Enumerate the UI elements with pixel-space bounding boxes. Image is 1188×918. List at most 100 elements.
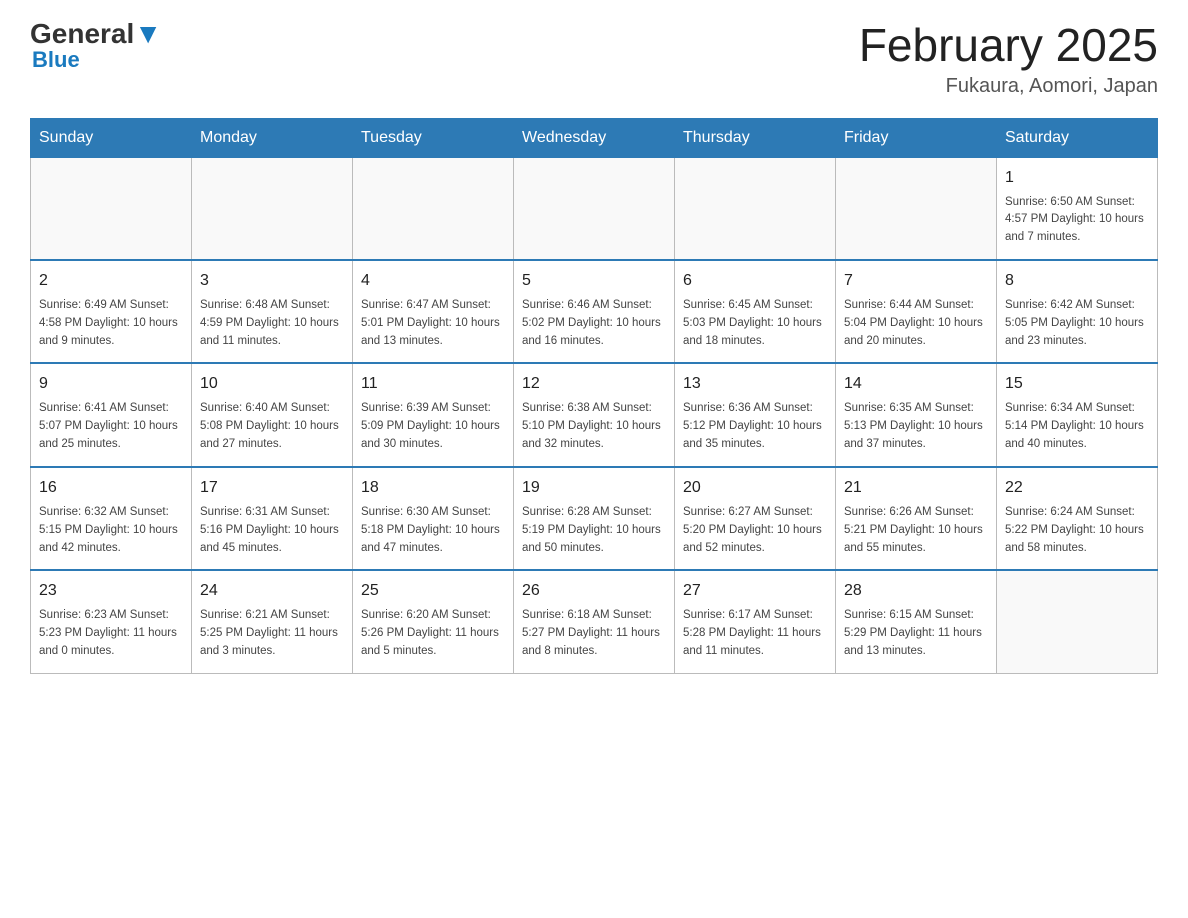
day-info: Sunrise: 6:48 AM Sunset: 4:59 PM Dayligh… (200, 297, 344, 350)
calendar-cell (836, 157, 997, 260)
calendar-cell: 2Sunrise: 6:49 AM Sunset: 4:58 PM Daylig… (31, 260, 192, 363)
day-number: 28 (844, 579, 988, 603)
calendar-cell: 27 Sunrise: 6:17 AM Sunset: 5:28 PM Dayli… (675, 570, 836, 673)
day-number: 21 (844, 476, 988, 500)
title-area: February 2025 Fukaura, Aomori, Japan (859, 20, 1158, 98)
calendar-cell: 20 Sunrise: 6:27 AM Sunset: 5:20 PM Dayli… (675, 467, 836, 570)
calendar-cell: 6 Sunrise: 6:45 AM Sunset: 5:03 PM Daylig… (675, 260, 836, 363)
day-info: Sunrise: 6:31 AM Sunset: 5:16 PM Dayligh… (200, 504, 344, 557)
day-info: Sunrise: 6:35 AM Sunset: 5:13 PM Dayligh… (844, 400, 988, 453)
day-number: 19 (522, 476, 666, 500)
month-title: February 2025 (859, 20, 1158, 71)
day-number: 6 (683, 269, 827, 293)
day-number: 13 (683, 372, 827, 396)
day-number: 12 (522, 372, 666, 396)
calendar-cell: 9 Sunrise: 6:41 AM Sunset: 5:07 PM Daylig… (31, 363, 192, 466)
day-info: Sunrise: 6:28 AM Sunset: 5:19 PM Dayligh… (522, 504, 666, 557)
day-number: 7 (844, 269, 988, 293)
col-tuesday: Tuesday (353, 118, 514, 157)
day-info: Sunrise: 6:39 AM Sunset: 5:09 PM Dayligh… (361, 400, 505, 453)
day-number: 16 (39, 476, 183, 500)
day-number: 24 (200, 579, 344, 603)
day-number: 9 (39, 372, 183, 396)
day-info: Sunrise: 6:44 AM Sunset: 5:04 PM Dayligh… (844, 297, 988, 350)
day-info: Sunrise: 6:47 AM Sunset: 5:01 PM Dayligh… (361, 297, 505, 350)
col-friday: Friday (836, 118, 997, 157)
day-number: 17 (200, 476, 344, 500)
calendar-cell: 23 Sunrise: 6:23 AM Sunset: 5:23 PM Dayli… (31, 570, 192, 673)
calendar-cell: 21 Sunrise: 6:26 AM Sunset: 5:21 PM Dayli… (836, 467, 997, 570)
calendar-cell (675, 157, 836, 260)
day-info: Sunrise: 6:20 AM Sunset: 5:26 PM Dayligh… (361, 607, 505, 660)
day-info: Sunrise: 6:15 AM Sunset: 5:29 PM Dayligh… (844, 607, 988, 660)
col-saturday: Saturday (997, 118, 1158, 157)
calendar-cell: 16 Sunrise: 6:32 AM Sunset: 5:15 PM Dayli… (31, 467, 192, 570)
day-info: Sunrise: 6:27 AM Sunset: 5:20 PM Dayligh… (683, 504, 827, 557)
col-wednesday: Wednesday (514, 118, 675, 157)
day-number: 23 (39, 579, 183, 603)
col-thursday: Thursday (675, 118, 836, 157)
day-info: Sunrise: 6:26 AM Sunset: 5:21 PM Dayligh… (844, 504, 988, 557)
logo: General▼ Blue (30, 20, 162, 72)
calendar-cell: 26 Sunrise: 6:18 AM Sunset: 5:27 PM Dayli… (514, 570, 675, 673)
calendar-table: Sunday Monday Tuesday Wednesday Thursday… (30, 118, 1158, 674)
day-number: 14 (844, 372, 988, 396)
calendar-cell: 4Sunrise: 6:47 AM Sunset: 5:01 PM Daylig… (353, 260, 514, 363)
day-info: Sunrise: 6:41 AM Sunset: 5:07 PM Dayligh… (39, 400, 183, 453)
day-info: Sunrise: 6:18 AM Sunset: 5:27 PM Dayligh… (522, 607, 666, 660)
day-info: Sunrise: 6:21 AM Sunset: 5:25 PM Dayligh… (200, 607, 344, 660)
day-number: 2 (39, 269, 183, 293)
calendar-cell: 14 Sunrise: 6:35 AM Sunset: 5:13 PM Dayli… (836, 363, 997, 466)
calendar-cell (997, 570, 1158, 673)
logo-general-text: General▼ (30, 20, 162, 48)
day-number: 25 (361, 579, 505, 603)
calendar-cell: 25 Sunrise: 6:20 AM Sunset: 5:26 PM Dayli… (353, 570, 514, 673)
day-info: Sunrise: 6:50 AM Sunset: 4:57 PM Dayligh… (1005, 194, 1149, 247)
calendar-cell: 18 Sunrise: 6:30 AM Sunset: 5:18 PM Dayli… (353, 467, 514, 570)
day-number: 5 (522, 269, 666, 293)
day-number: 8 (1005, 269, 1149, 293)
calendar-cell: 10Sunrise: 6:40 AM Sunset: 5:08 PM Dayli… (192, 363, 353, 466)
calendar-cell: 28 Sunrise: 6:15 AM Sunset: 5:29 PM Dayli… (836, 570, 997, 673)
day-info: Sunrise: 6:36 AM Sunset: 5:12 PM Dayligh… (683, 400, 827, 453)
calendar-cell: 5 Sunrise: 6:46 AM Sunset: 5:02 PM Daylig… (514, 260, 675, 363)
day-number: 3 (200, 269, 344, 293)
day-info: Sunrise: 6:23 AM Sunset: 5:23 PM Dayligh… (39, 607, 183, 660)
day-number: 15 (1005, 372, 1149, 396)
col-monday: Monday (192, 118, 353, 157)
day-number: 11 (361, 372, 505, 396)
day-number: 20 (683, 476, 827, 500)
calendar-cell: 15 Sunrise: 6:34 AM Sunset: 5:14 PM Dayli… (997, 363, 1158, 466)
calendar-cell: 19 Sunrise: 6:28 AM Sunset: 5:19 PM Dayli… (514, 467, 675, 570)
day-info: Sunrise: 6:30 AM Sunset: 5:18 PM Dayligh… (361, 504, 505, 557)
calendar-cell: 13 Sunrise: 6:36 AM Sunset: 5:12 PM Dayli… (675, 363, 836, 466)
day-number: 10 (200, 372, 344, 396)
day-info: Sunrise: 6:32 AM Sunset: 5:15 PM Dayligh… (39, 504, 183, 557)
day-number: 27 (683, 579, 827, 603)
col-sunday: Sunday (31, 118, 192, 157)
day-number: 26 (522, 579, 666, 603)
calendar-cell: 22 Sunrise: 6:24 AM Sunset: 5:22 PM Dayli… (997, 467, 1158, 570)
day-info: Sunrise: 6:17 AM Sunset: 5:28 PM Dayligh… (683, 607, 827, 660)
page-header: General▼ Blue February 2025 Fukaura, Aom… (30, 20, 1158, 98)
day-info: Sunrise: 6:45 AM Sunset: 5:03 PM Dayligh… (683, 297, 827, 350)
calendar-header-row: Sunday Monday Tuesday Wednesday Thursday… (31, 118, 1158, 157)
day-info: Sunrise: 6:24 AM Sunset: 5:22 PM Dayligh… (1005, 504, 1149, 557)
day-info: Sunrise: 6:46 AM Sunset: 5:02 PM Dayligh… (522, 297, 666, 350)
day-number: 18 (361, 476, 505, 500)
location: Fukaura, Aomori, Japan (859, 75, 1158, 98)
calendar-cell (353, 157, 514, 260)
calendar-cell: 17 Sunrise: 6:31 AM Sunset: 5:16 PM Dayli… (192, 467, 353, 570)
calendar-cell: 7 Sunrise: 6:44 AM Sunset: 5:04 PM Daylig… (836, 260, 997, 363)
day-info: Sunrise: 6:38 AM Sunset: 5:10 PM Dayligh… (522, 400, 666, 453)
calendar-cell: 1 Sunrise: 6:50 AM Sunset: 4:57 PM Daylig… (997, 157, 1158, 260)
day-number: 1 (1005, 166, 1149, 190)
calendar-cell: 12 Sunrise: 6:38 AM Sunset: 5:10 PM Dayli… (514, 363, 675, 466)
calendar-cell: 8Sunrise: 6:42 AM Sunset: 5:05 PM Daylig… (997, 260, 1158, 363)
day-number: 22 (1005, 476, 1149, 500)
calendar-cell: 3 Sunrise: 6:48 AM Sunset: 4:59 PM Daylig… (192, 260, 353, 363)
calendar-cell: 24 Sunrise: 6:21 AM Sunset: 5:25 PM Dayli… (192, 570, 353, 673)
calendar-cell (514, 157, 675, 260)
day-info: Sunrise: 6:34 AM Sunset: 5:14 PM Dayligh… (1005, 400, 1149, 453)
calendar-cell (192, 157, 353, 260)
